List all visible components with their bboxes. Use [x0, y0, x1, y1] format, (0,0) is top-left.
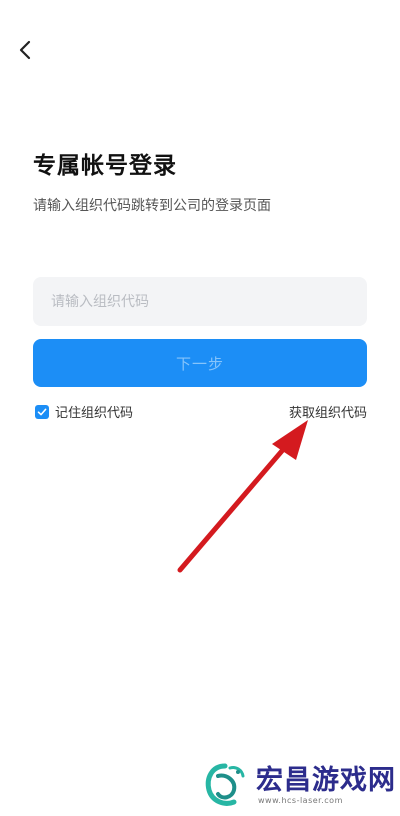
watermark-name: 宏昌游戏网	[256, 764, 396, 796]
page-title: 专属帐号登录	[33, 153, 177, 179]
next-button[interactable]: 下一步	[33, 339, 367, 387]
chevron-left-icon	[19, 40, 31, 60]
watermark: 宏昌游戏网 www.hcs-laser.com	[200, 760, 396, 810]
remember-org-code-checkbox[interactable]: 记住组织代码	[35, 402, 133, 421]
get-org-code-link[interactable]: 获取组织代码	[289, 402, 367, 421]
back-button[interactable]	[14, 36, 38, 64]
watermark-url: www.hcs-laser.com	[258, 795, 343, 805]
checkbox-checked-icon[interactable]	[35, 404, 49, 419]
org-code-input[interactable]	[33, 277, 367, 326]
page-subtitle: 请输入组织代码跳转到公司的登录页面	[33, 198, 271, 214]
remember-org-code-label: 记住组织代码	[55, 406, 134, 421]
watermark-logo-icon	[205, 763, 245, 806]
